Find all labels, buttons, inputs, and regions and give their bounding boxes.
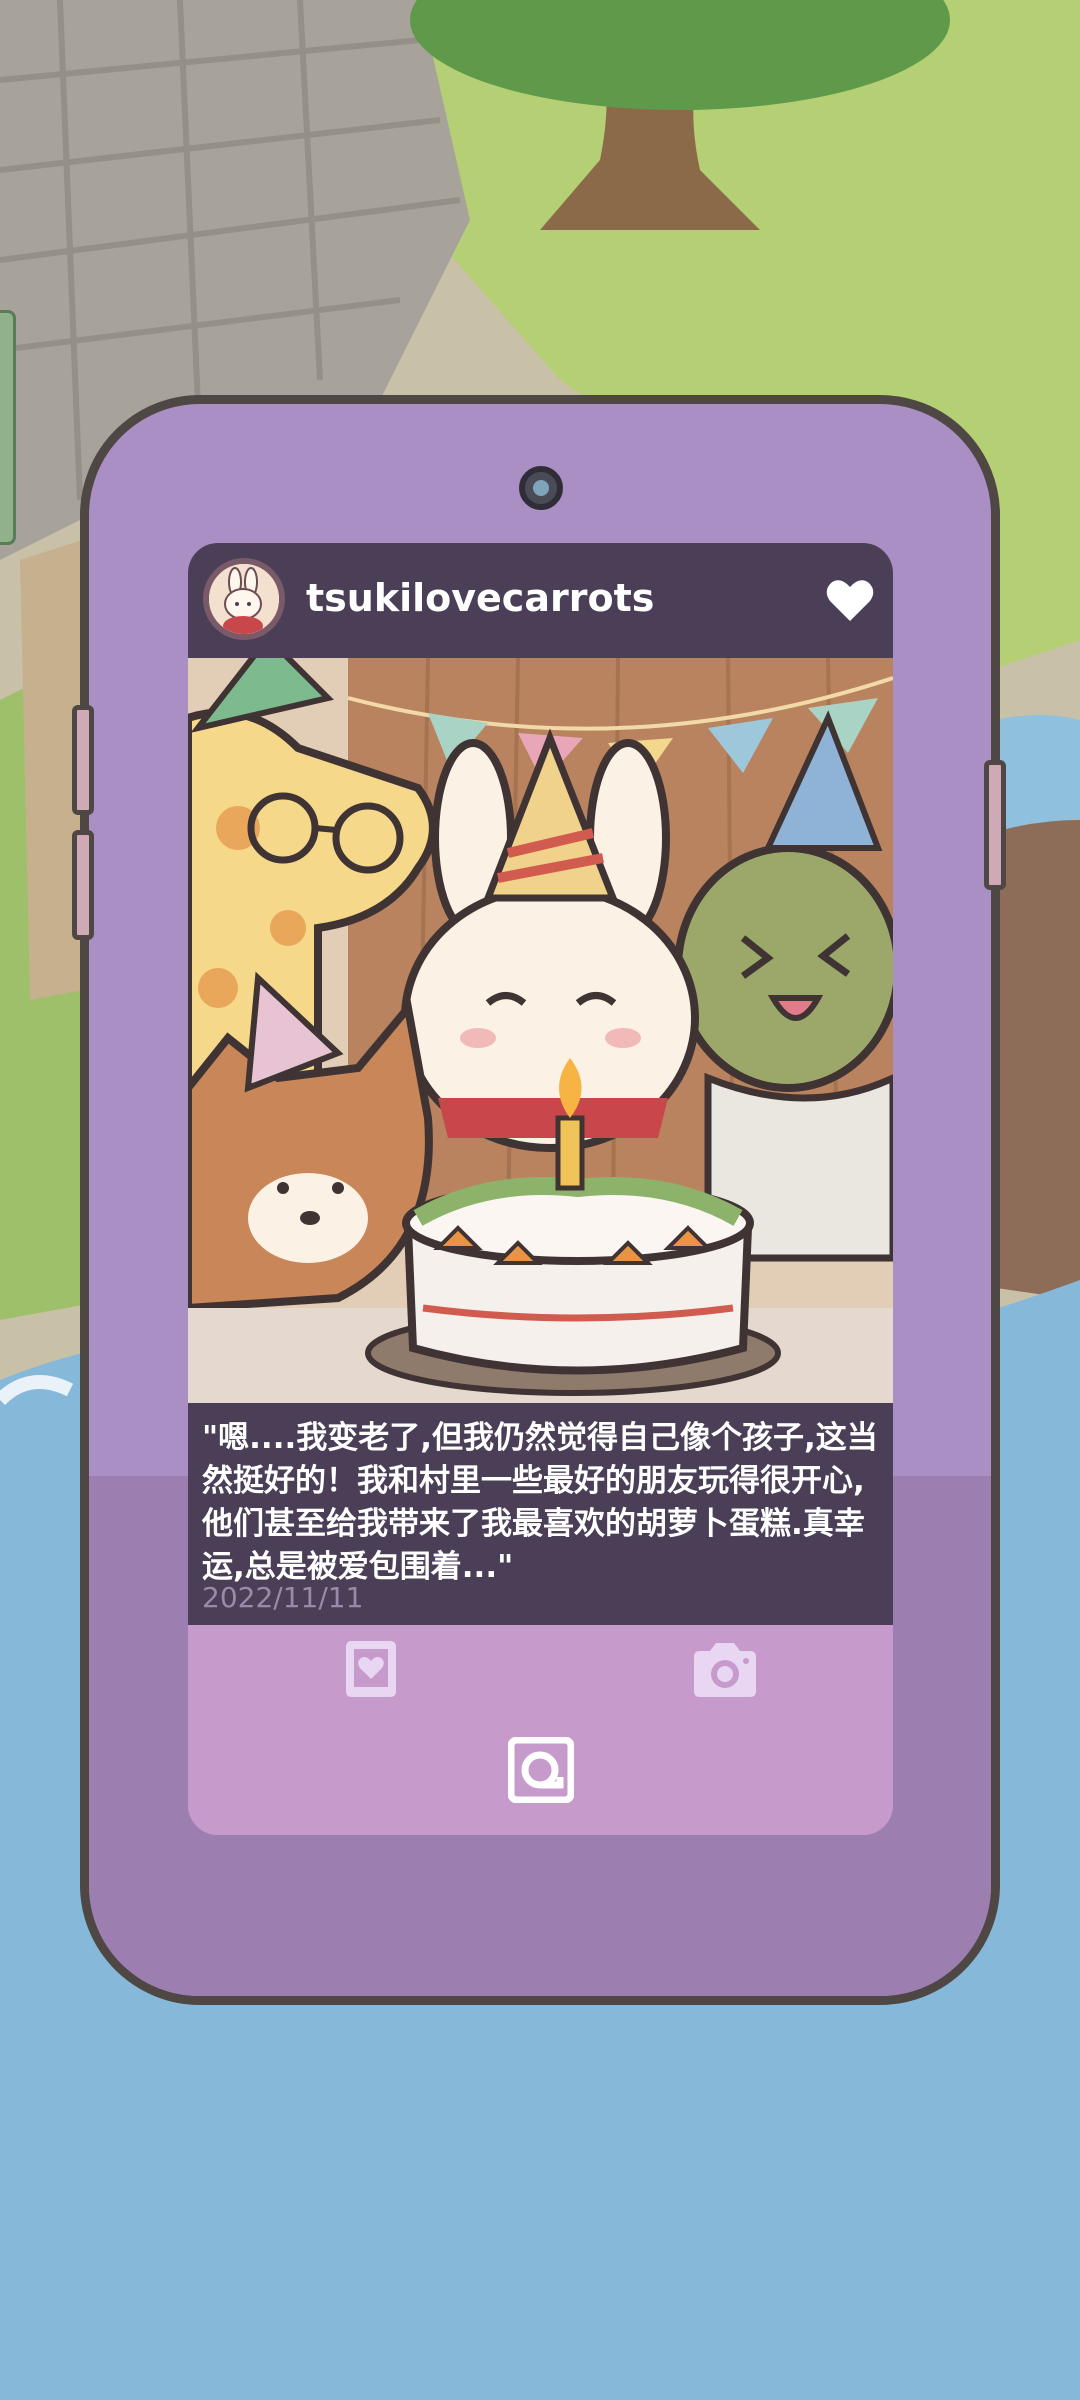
post-caption-box: "嗯....我变老了,但我仍然觉得自己像个孩子,这当然挺好的！我和村里一些最好的…: [188, 1403, 893, 1625]
front-camera: [519, 466, 563, 510]
heart-icon[interactable]: [825, 577, 875, 623]
post-caption: "嗯....我变老了,但我仍然觉得自己像个孩子,这当然挺好的！我和村里一些最好的…: [202, 1420, 878, 1585]
post-date: 2022/11/11: [202, 1581, 364, 1614]
birthday-party-illustration: [188, 658, 893, 1403]
camera-icon[interactable]: [690, 1641, 760, 1699]
phone-side-button-bottom: [72, 830, 94, 940]
post-photo[interactable]: [188, 658, 893, 1403]
phone-side-button-top: [72, 705, 94, 815]
profile-view-icon[interactable]: [508, 1737, 574, 1803]
bunny-avatar[interactable]: [203, 558, 285, 640]
phone-screen: tsukilovecarrots "嗯....我变老了,但我仍然觉得自己像个孩子…: [188, 543, 893, 1835]
post-username[interactable]: tsukilovecarrots: [306, 576, 654, 620]
photo-album-icon[interactable]: [344, 1639, 398, 1699]
bunny-avatar-icon: [209, 564, 279, 634]
phone-side-button-right: [984, 760, 1006, 890]
side-panel-edge: [0, 310, 16, 545]
post-header: tsukilovecarrots: [188, 543, 893, 658]
bottom-toolbar: [188, 1625, 893, 1835]
